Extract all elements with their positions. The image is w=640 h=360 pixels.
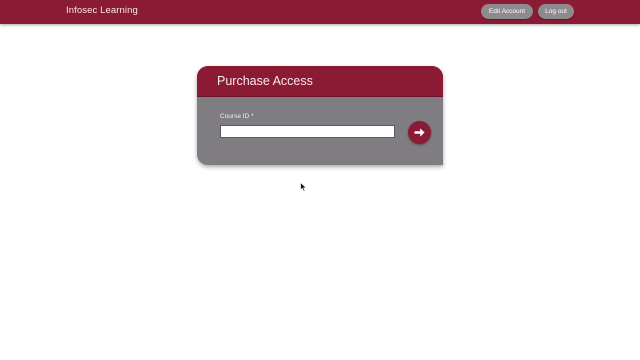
course-id-input[interactable] — [220, 125, 395, 138]
card-body: Course ID * — [197, 97, 443, 165]
arrow-right-icon — [414, 128, 425, 137]
top-navbar: Infosec Learning Edit Account Log out — [0, 0, 640, 24]
brand-name[interactable]: Infosec Learning — [66, 5, 138, 17]
log-out-button[interactable]: Log out — [538, 4, 574, 19]
course-id-label: Course ID * — [220, 113, 254, 120]
card-title: Purchase Access — [217, 74, 313, 88]
mouse-pointer-icon — [300, 179, 308, 197]
edit-account-button[interactable]: Edit Account — [481, 4, 533, 19]
submit-button[interactable] — [408, 121, 431, 144]
card-header: Purchase Access — [197, 66, 443, 97]
purchase-access-card: Purchase Access Course ID * — [197, 66, 443, 165]
